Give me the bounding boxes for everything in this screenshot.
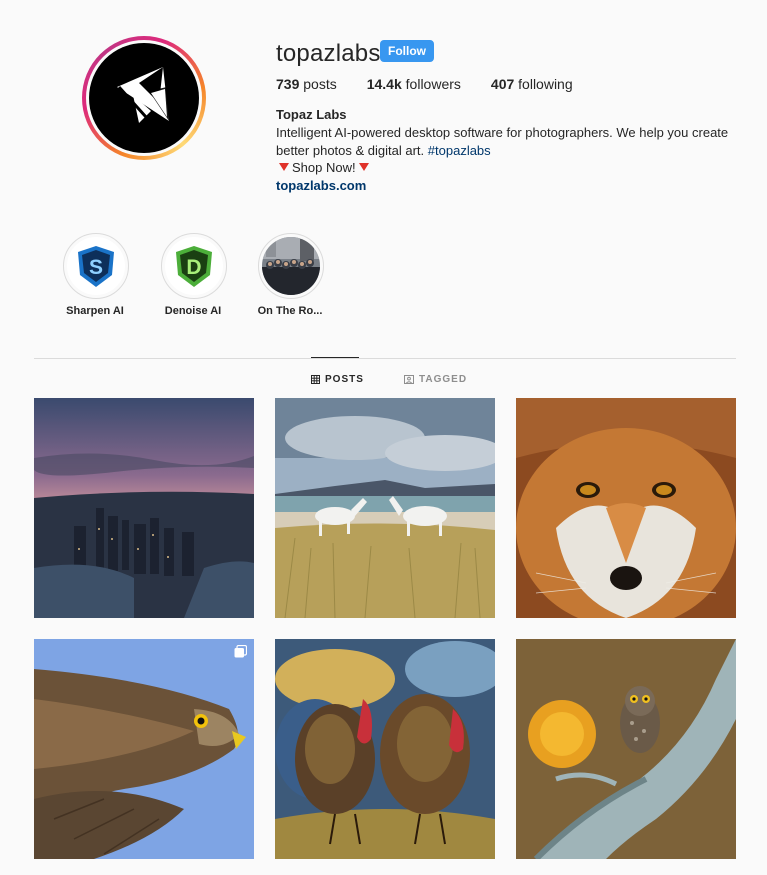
- tabs-divider: [34, 358, 736, 359]
- group-photo-icon: [262, 237, 320, 295]
- shop-now-text: Shop Now!: [276, 160, 372, 175]
- following-link[interactable]: 407 following: [491, 76, 573, 92]
- red-triangle-icon: [358, 163, 369, 171]
- profile-stats: 739 posts 14.4k followers 407 following: [276, 76, 573, 92]
- follow-button[interactable]: Follow: [380, 40, 434, 62]
- highlight-label: Sharpen AI: [66, 305, 124, 317]
- post-image: [34, 398, 254, 618]
- grid-icon: [311, 375, 320, 384]
- topaz-logo-icon: [117, 67, 169, 129]
- highlight-label: Denoise AI: [164, 305, 222, 317]
- denoise-ai-logo-icon: D: [176, 246, 212, 287]
- post-tile[interactable]: [516, 639, 736, 859]
- highlight-label: On The Ro...: [257, 305, 323, 317]
- post-image: [275, 398, 495, 618]
- post-tile[interactable]: [516, 398, 736, 618]
- tag-icon: [404, 375, 414, 384]
- svg-text:S: S: [89, 256, 103, 279]
- highlight-on-the-road[interactable]: On The Ro...: [258, 233, 324, 317]
- profile-bio: Intelligent AI-powered desktop software …: [276, 125, 729, 158]
- sharpen-ai-logo-icon: S: [78, 246, 114, 287]
- tab-posts[interactable]: POSTS: [311, 374, 364, 385]
- posts-count-stat: 739 posts: [276, 76, 337, 92]
- profile-display-name: Topaz Labs: [276, 107, 347, 122]
- post-tile[interactable]: [34, 639, 254, 859]
- svg-text:D: D: [186, 256, 201, 279]
- multiple-photos-icon: [234, 645, 247, 658]
- post-image: [34, 639, 254, 859]
- red-triangle-icon: [279, 163, 289, 171]
- highlight-denoise-ai[interactable]: D Denoise AI: [161, 233, 227, 317]
- highlight-sharpen-ai[interactable]: S Sharpen AI: [63, 233, 129, 317]
- hashtag-link[interactable]: #topazlabs: [428, 143, 491, 158]
- post-tile[interactable]: [34, 398, 254, 618]
- active-tab-indicator: [311, 357, 359, 358]
- profile-website-link[interactable]: topazlabs.com: [276, 178, 366, 193]
- post-tile[interactable]: [275, 639, 495, 859]
- post-tile[interactable]: [275, 398, 495, 618]
- post-image: [516, 639, 736, 859]
- followers-link[interactable]: 14.4k followers: [367, 76, 461, 92]
- profile-avatar[interactable]: [82, 36, 206, 160]
- tab-tagged[interactable]: TAGGED: [404, 374, 467, 385]
- post-image: [275, 639, 495, 859]
- post-image: [516, 398, 736, 618]
- profile-username: topazlabs: [276, 40, 381, 67]
